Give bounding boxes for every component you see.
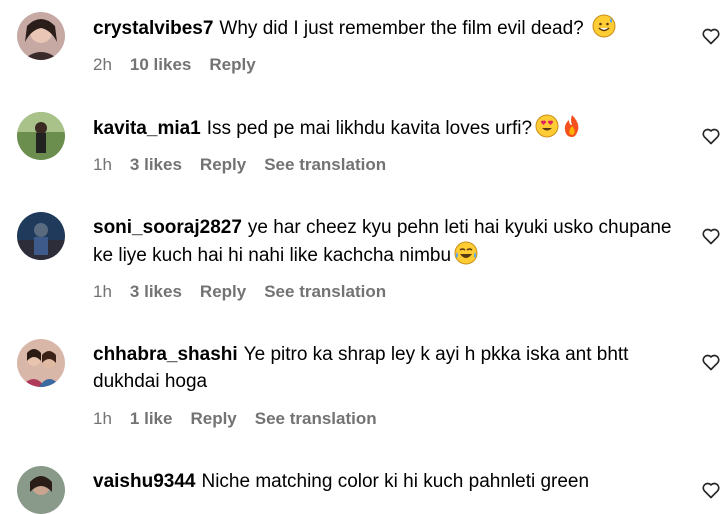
see-translation-button[interactable]: See translation (255, 409, 377, 429)
heart-outline-icon[interactable] (701, 352, 721, 372)
comment-time: 2h (93, 55, 112, 74)
comment-username[interactable]: soni_sooraj2827 (93, 217, 242, 238)
comment-username[interactable]: vaishu9344 (93, 471, 195, 492)
fire-emoji-icon (562, 114, 582, 146)
likes-count[interactable]: 1 like (130, 409, 173, 429)
comment-time: 1h (93, 282, 112, 301)
see-translation-button[interactable]: See translation (264, 155, 386, 175)
comment-text: kavita_mia1 Iss ped pe mai likhdu kavita … (93, 114, 683, 146)
heart-outline-icon[interactable] (701, 126, 721, 146)
comment-username[interactable]: kavita_mia1 (93, 118, 201, 139)
heart-outline-icon[interactable] (701, 226, 721, 246)
reply-button[interactable]: Reply (190, 409, 236, 429)
comment-meta: 1h 1 like Reply See translation (93, 409, 395, 429)
comment-meta: 2h 10 likes Reply (93, 55, 274, 75)
comment-body: Niche matching color ki hi kuch pahnleti… (201, 471, 590, 492)
comment-body: Iss ped pe mai likhdu kavita loves urfi? (206, 118, 533, 139)
avatar[interactable] (17, 112, 65, 160)
comment-text: crystalvibes7 Why did I just remember the… (93, 14, 683, 46)
reply-button[interactable]: Reply (200, 155, 246, 175)
likes-count[interactable]: 3 likes (130, 155, 182, 175)
heart-outline-icon[interactable] (701, 480, 721, 500)
avatar[interactable] (17, 12, 65, 60)
likes-count[interactable]: 10 likes (130, 55, 191, 75)
avatar[interactable] (17, 466, 65, 514)
comment-username[interactable]: chhabra_shashi (93, 344, 238, 365)
comment-text: soni_sooraj2827 ye har cheez kyu pehn let… (93, 214, 683, 273)
heart-eyes-emoji-icon (535, 114, 559, 146)
comment-body: Why did I just remember the film evil de… (219, 18, 584, 39)
likes-count[interactable]: 3 likes (130, 282, 182, 302)
comment-time: 1h (93, 155, 112, 174)
comment-username[interactable]: crystalvibes7 (93, 18, 213, 39)
comment-meta: 1h 3 likes Reply See translation (93, 282, 404, 302)
comment-text: chhabra_shashi Ye pitro ka shrap ley k ay… (93, 341, 683, 395)
comment-time: 1h (93, 409, 112, 428)
sweat-smile-emoji-icon (592, 14, 616, 46)
avatar[interactable] (17, 339, 65, 387)
see-translation-button[interactable]: See translation (264, 282, 386, 302)
reply-button[interactable]: Reply (209, 55, 255, 75)
avatar[interactable] (17, 212, 65, 260)
joy-emoji-icon (454, 241, 478, 273)
comment-meta: 1h 3 likes Reply See translation (93, 155, 404, 175)
reply-button[interactable]: Reply (200, 282, 246, 302)
comment-text: vaishu9344 Niche matching color ki hi kuc… (93, 468, 683, 495)
heart-outline-icon[interactable] (701, 26, 721, 46)
